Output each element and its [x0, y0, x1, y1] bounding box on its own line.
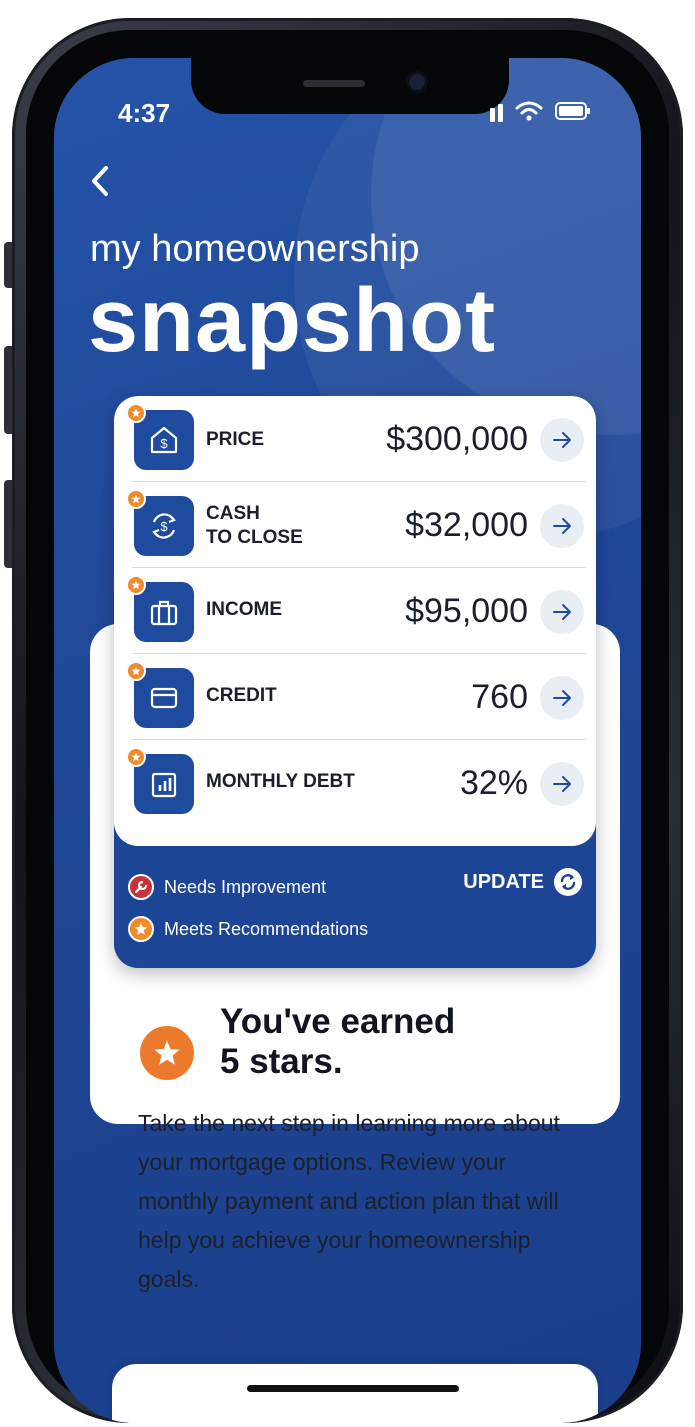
row-label: CREDIT	[206, 685, 277, 706]
row-value: $32,000	[405, 506, 528, 544]
star-badge-icon	[126, 747, 146, 767]
signal-icon	[490, 100, 503, 122]
svg-text:$: $	[160, 519, 168, 534]
row-label-line1: CASH	[206, 503, 260, 524]
back-button[interactable]	[90, 162, 110, 207]
earned-text: You've earned 5 stars.	[220, 1002, 455, 1082]
wifi-icon	[515, 101, 543, 121]
next-card[interactable]	[112, 1364, 598, 1423]
snapshot-row-credit[interactable]: CREDIT 760	[114, 654, 596, 740]
arrow-right-icon[interactable]	[540, 504, 584, 548]
earned-line1: You've earned	[220, 1002, 456, 1041]
legend-meets-recommendations: Meets Recommendations	[128, 916, 368, 942]
row-label: INCOME	[206, 599, 282, 620]
row-value: 32%	[459, 764, 528, 802]
notch	[191, 58, 509, 114]
row-label-line2: TO CLOSE	[206, 527, 303, 548]
star-badge-icon	[126, 403, 146, 423]
page-subtitle: my homeownership	[90, 228, 420, 270]
row-label: MONTHLY DEBT	[206, 771, 355, 792]
snapshot-row-income[interactable]: INCOME $95,000	[114, 568, 596, 654]
arrow-right-icon[interactable]	[540, 762, 584, 806]
svg-text:$: $	[160, 436, 168, 451]
row-value: $95,000	[405, 592, 528, 630]
app-screen: 4:37 my homeownership snapshot $ PRICE $…	[54, 58, 641, 1423]
page-title: snapshot	[88, 271, 497, 371]
row-value: 760	[471, 678, 528, 716]
description-text: Take the next step in learning more abou…	[138, 1110, 560, 1292]
arrow-right-icon[interactable]	[540, 418, 584, 462]
star-icon	[128, 916, 154, 942]
row-value: $300,000	[386, 420, 528, 458]
wrench-icon	[128, 874, 154, 900]
status-icons	[490, 100, 591, 122]
legend-label: Meets Recommendations	[164, 918, 369, 939]
star-badge-icon	[126, 489, 146, 509]
legend-needs-improvement: Needs Improvement	[128, 874, 326, 900]
arrow-right-icon[interactable]	[540, 676, 584, 720]
legend-label: Needs Improvement	[164, 876, 327, 897]
chevron-left-icon	[92, 166, 108, 196]
snapshot-row-cash-to-close[interactable]: $ CASH TO CLOSE $32,000	[114, 482, 596, 568]
star-badge-icon	[126, 575, 146, 595]
row-label: CASH TO CLOSE	[206, 502, 303, 550]
status-time: 4:37	[118, 98, 171, 128]
snapshot-panel: $ PRICE $300,000 $ CASH TO CLOSE $32,000…	[114, 396, 596, 968]
arrow-right-icon[interactable]	[540, 590, 584, 634]
phone-device: 4:37 my homeownership snapshot $ PRICE $…	[0, 10, 695, 1427]
snapshot-list: $ PRICE $300,000 $ CASH TO CLOSE $32,000…	[114, 396, 596, 846]
row-label: PRICE	[206, 429, 265, 450]
snapshot-row-price[interactable]: $ PRICE $300,000	[114, 396, 596, 482]
refresh-icon	[554, 868, 582, 896]
snapshot-row-monthly-debt[interactable]: MONTHLY DEBT 32%	[114, 740, 596, 826]
battery-icon	[555, 102, 590, 120]
earned-heading: You've earned 5 stars.	[140, 1002, 455, 1082]
speaker	[303, 80, 365, 87]
earned-line2: 5 stars.	[220, 1042, 343, 1081]
front-camera	[409, 74, 425, 90]
update-label: UPDATE	[463, 870, 544, 893]
home-indicator[interactable]	[247, 1385, 459, 1392]
update-button[interactable]: UPDATE	[463, 868, 582, 896]
star-icon	[140, 1026, 194, 1080]
star-badge-icon	[126, 661, 146, 681]
